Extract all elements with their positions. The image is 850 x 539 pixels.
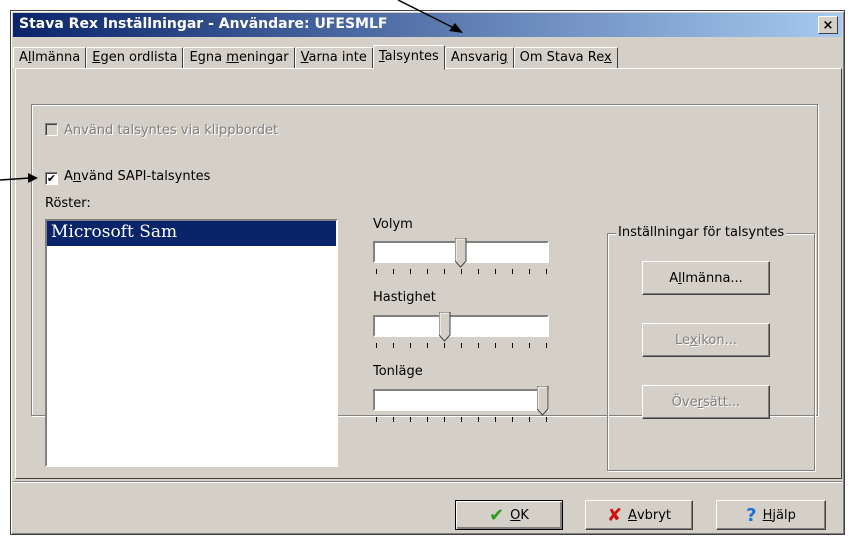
arrow-to-tab <box>397 0 459 31</box>
arrow-head-checkbox <box>28 173 38 183</box>
arrow-to-checkbox <box>0 177 31 181</box>
arrow-head-tab <box>449 23 463 33</box>
annotation-arrows <box>0 0 463 183</box>
